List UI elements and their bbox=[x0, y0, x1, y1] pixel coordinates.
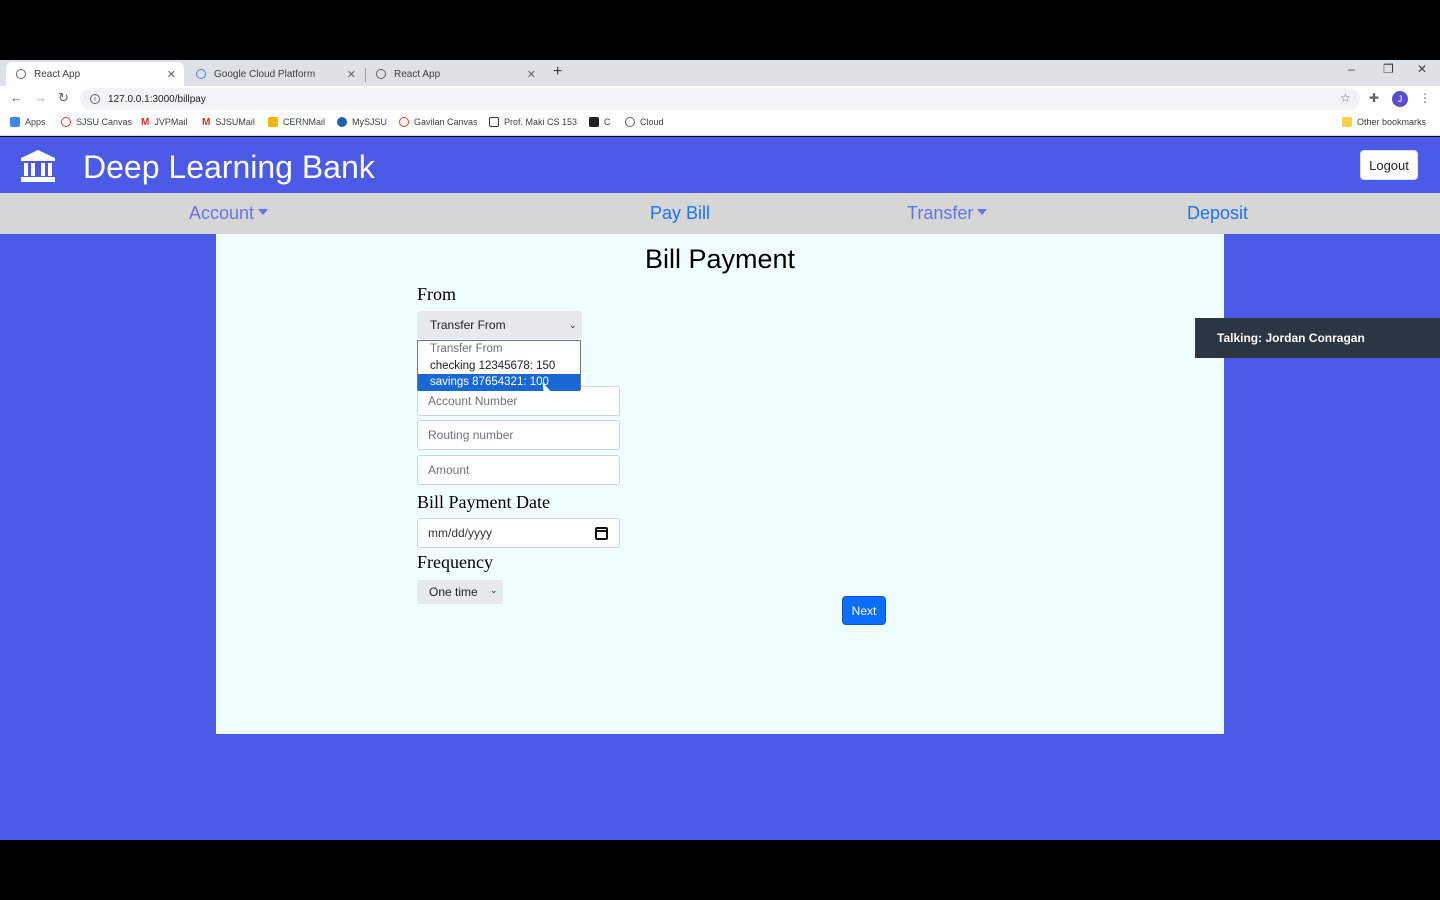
bookmark-prof-maki[interactable]: Prof. Maki CS 153 bbox=[489, 117, 577, 127]
bookmark-sjsumail[interactable]: M SJSUMail bbox=[202, 117, 255, 128]
browser-tab-react-app-2[interactable]: React App ✕ bbox=[366, 62, 544, 86]
tab-title: React App bbox=[394, 68, 441, 80]
page-icon bbox=[489, 117, 499, 127]
nav-deposit[interactable]: Deposit bbox=[1187, 203, 1248, 224]
new-tab-icon[interactable]: + bbox=[553, 63, 562, 81]
globe-icon bbox=[16, 69, 26, 79]
routing-number-input[interactable]: Routing number bbox=[417, 420, 620, 450]
page: Deep Learning Bank Logout Account Pay Bi… bbox=[0, 137, 1440, 840]
outlook-icon bbox=[268, 117, 278, 127]
caret-down-icon bbox=[977, 209, 988, 216]
bookmark-cloud[interactable]: Cloud bbox=[625, 117, 664, 127]
talking-indicator: Talking: Jordan Conragan bbox=[1195, 318, 1440, 358]
bookmarks-bar: Apps SJSU Canvas M JVPMail M SJSUMail CERN… bbox=[0, 112, 1440, 136]
bookmark-apps[interactable]: Apps bbox=[10, 117, 46, 127]
calendar-icon[interactable] bbox=[595, 527, 608, 540]
account-number-input[interactable]: Account Number bbox=[417, 386, 620, 416]
address-bar[interactable]: i 127.0.0.1:3000/billpay bbox=[80, 88, 1360, 110]
nav-account-dropdown[interactable]: Account bbox=[189, 203, 269, 224]
main-nav: Account Pay Bill Transfer Deposit bbox=[0, 193, 1440, 234]
bookmark-cernmail[interactable]: CERNMail bbox=[268, 117, 325, 127]
back-icon[interactable]: ← bbox=[10, 90, 23, 105]
browser-toolbar: ← → ↻ i 127.0.0.1:3000/billpay ☆ ✚ ⋮ bbox=[0, 86, 1440, 112]
from-option: Transfer From bbox=[430, 343, 503, 355]
forward-icon[interactable]: → bbox=[34, 90, 47, 105]
gmail-icon: M bbox=[202, 117, 211, 128]
date-placeholder: mm/dd/yyyy bbox=[428, 526, 493, 540]
close-icon[interactable]: ✕ bbox=[347, 68, 356, 81]
canvas-icon bbox=[399, 117, 409, 127]
frequency-select[interactable]: One time ⌄ bbox=[417, 580, 503, 604]
from-options-list: Transfer From checking 12345678: 150 sav… bbox=[417, 340, 581, 391]
menu-icon[interactable]: ⋮ bbox=[1419, 91, 1431, 105]
bill-payment-date-label: Bill Payment Date bbox=[417, 492, 550, 512]
amount-input[interactable]: Amount bbox=[417, 455, 620, 485]
chevron-down-icon: ⌄ bbox=[490, 585, 498, 595]
logout-button[interactable]: Logout bbox=[1360, 150, 1418, 180]
gcp-icon bbox=[196, 69, 206, 79]
folder-icon bbox=[1342, 117, 1352, 127]
bookmark-sjsu-canvas[interactable]: SJSU Canvas bbox=[61, 117, 132, 127]
profile-avatar[interactable]: J bbox=[1392, 91, 1408, 107]
frequency-label: Frequency bbox=[417, 552, 493, 572]
mysjsu-icon bbox=[337, 117, 347, 127]
close-icon[interactable]: ✕ bbox=[527, 68, 536, 81]
info-icon[interactable]: i bbox=[90, 94, 100, 104]
globe-icon bbox=[376, 69, 386, 79]
window-close-icon[interactable]: ✕ bbox=[1417, 62, 1427, 76]
page-title: Bill Payment bbox=[644, 244, 796, 274]
app-header: Deep Learning Bank Logout bbox=[0, 137, 1440, 193]
restore-icon[interactable]: ❐ bbox=[1383, 62, 1394, 76]
terminal-icon bbox=[589, 117, 599, 127]
canvas-icon bbox=[61, 117, 71, 127]
nav-pay-bill[interactable]: Pay Bill bbox=[650, 203, 710, 224]
bookmark-jvpmail[interactable]: M JVPMail bbox=[141, 117, 187, 128]
bookmark-mysjsu[interactable]: MySJSU bbox=[337, 117, 387, 127]
bookmark-c[interactable]: C bbox=[589, 117, 611, 127]
bill-payment-panel: Bill Payment From Transfer From ⌄ Accoun… bbox=[216, 234, 1224, 734]
browser-tab-gcp[interactable]: Google Cloud Platform ✕ bbox=[186, 62, 364, 86]
browser-tab-react-app[interactable]: React App ✕ bbox=[6, 62, 184, 86]
bank-icon bbox=[21, 150, 55, 182]
chevron-down-icon: ⌄ bbox=[569, 320, 577, 330]
from-select[interactable]: Transfer From ⌄ bbox=[417, 311, 582, 339]
cloud-icon bbox=[625, 117, 635, 127]
reload-icon[interactable]: ↻ bbox=[58, 90, 69, 106]
nav-transfer-dropdown[interactable]: Transfer bbox=[907, 203, 988, 224]
close-icon[interactable]: ✕ bbox=[167, 68, 176, 81]
payment-date-input[interactable]: mm/dd/yyyy bbox=[417, 518, 620, 548]
gmail-icon: M bbox=[141, 117, 150, 128]
nav-account-label: Account bbox=[189, 203, 255, 223]
frequency-value: One time bbox=[429, 585, 478, 599]
bookmark-gavilan-canvas[interactable]: Gavilan Canvas bbox=[399, 117, 478, 127]
browser-tabstrip: React App ✕ Google Cloud Platform ✕ Reac… bbox=[0, 60, 1440, 86]
from-option[interactable]: checking 12345678: 150 bbox=[418, 358, 580, 375]
other-bookmarks[interactable]: Other bookmarks bbox=[1342, 117, 1426, 127]
from-option[interactable]: savings 87654321: 100 bbox=[418, 374, 580, 391]
minimize-icon[interactable]: – bbox=[1348, 62, 1355, 76]
bookmark-star-icon[interactable]: ☆ bbox=[1340, 91, 1351, 105]
from-label: From bbox=[417, 284, 457, 304]
from-select-value: Transfer From bbox=[430, 318, 506, 332]
caret-down-icon bbox=[258, 209, 269, 216]
extensions-icon[interactable]: ✚ bbox=[1369, 91, 1379, 105]
tab-title: React App bbox=[34, 68, 81, 80]
brand-title: Deep Learning Bank bbox=[83, 149, 375, 185]
nav-transfer-label: Transfer bbox=[907, 203, 974, 223]
url-text: 127.0.0.1:3000/billpay bbox=[108, 93, 206, 105]
apps-grid-icon bbox=[10, 117, 20, 127]
next-button[interactable]: Next bbox=[842, 596, 886, 625]
tab-title: Google Cloud Platform bbox=[214, 68, 316, 80]
